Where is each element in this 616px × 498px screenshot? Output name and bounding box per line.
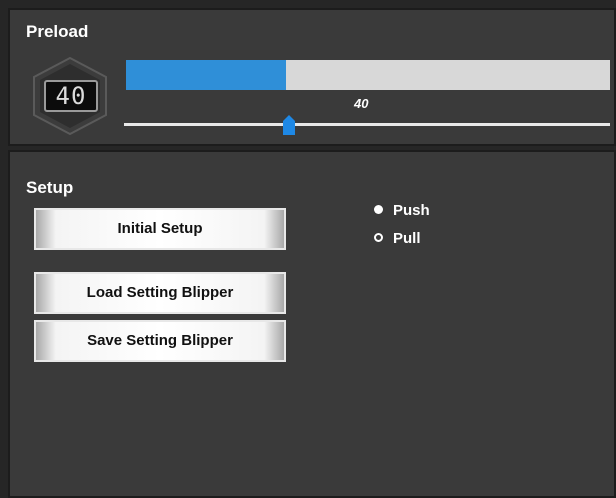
- load-setting-blipper-button[interactable]: Load Setting Blipper: [34, 272, 286, 314]
- radio-unselected-icon: [374, 233, 383, 242]
- preload-panel: Preload 40 40: [8, 8, 616, 146]
- radio-pull[interactable]: Pull: [374, 230, 421, 247]
- radio-selected-icon: [374, 205, 383, 214]
- preload-value-readout: 40: [44, 80, 98, 112]
- radio-pull-label: Pull: [393, 230, 421, 247]
- preload-slider-track[interactable]: [124, 123, 610, 126]
- setup-panel: Setup Initial Setup Load Setting Blipper…: [8, 150, 616, 498]
- setup-title: Setup: [26, 178, 74, 197]
- preload-title: Preload: [26, 22, 89, 41]
- preload-level-fill: [126, 60, 286, 90]
- radio-push-label: Push: [393, 202, 430, 219]
- initial-setup-button[interactable]: Initial Setup: [34, 208, 286, 250]
- preload-slider-thumb[interactable]: [283, 115, 296, 135]
- preload-bar-value: 40: [354, 96, 369, 111]
- save-setting-blipper-button[interactable]: Save Setting Blipper: [34, 320, 286, 362]
- preload-display: 40: [30, 56, 110, 136]
- preload-level-bar: [126, 60, 610, 90]
- radio-push[interactable]: Push: [374, 202, 430, 219]
